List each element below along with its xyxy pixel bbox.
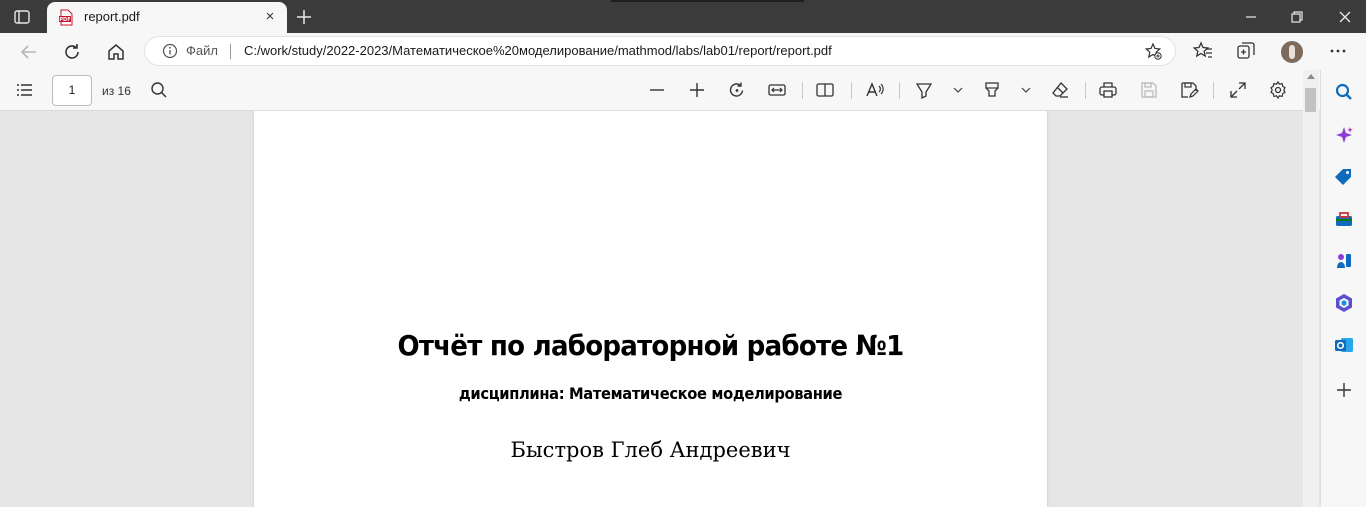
rotate-icon[interactable] (727, 80, 747, 100)
home-icon[interactable] (104, 40, 128, 64)
copilot-icon[interactable] (1334, 125, 1354, 145)
search-icon[interactable] (1334, 82, 1354, 102)
office-icon[interactable] (1334, 293, 1354, 313)
toolbar-separator (1085, 82, 1086, 99)
highlight-icon[interactable] (982, 80, 1002, 100)
vertical-scrollbar[interactable] (1303, 70, 1319, 507)
print-icon[interactable] (1098, 80, 1118, 100)
save-as-icon[interactable] (1179, 80, 1199, 100)
scroll-thumb[interactable] (1305, 88, 1316, 112)
pdf-file-icon: PDF (59, 9, 73, 26)
add-favorite-icon[interactable] (1144, 42, 1162, 60)
draw-icon[interactable] (914, 80, 934, 100)
scheme-label: Файл (186, 43, 218, 58)
tab-title: report.pdf (84, 9, 140, 24)
pdf-toolbar: 1 из 16 (0, 70, 1320, 111)
page-view-icon[interactable] (815, 80, 835, 100)
toolbar-separator (899, 82, 900, 99)
shopping-icon[interactable] (1334, 167, 1354, 187)
fit-width-icon[interactable] (767, 80, 787, 100)
zoom-out-icon[interactable] (647, 80, 667, 100)
edge-sidebar (1320, 70, 1366, 507)
page-number-input[interactable]: 1 (52, 75, 92, 106)
toolbar-separator (1213, 82, 1214, 99)
document-author: Быстров Глеб Андреевич (510, 438, 791, 462)
erase-icon[interactable] (1050, 80, 1070, 100)
info-icon[interactable] (162, 43, 178, 59)
toolbar-separator (802, 82, 803, 99)
search-icon[interactable] (149, 80, 169, 100)
tab-close-button[interactable]: × (261, 8, 279, 26)
save-icon[interactable] (1139, 80, 1159, 100)
address-bar-row: Файл C:/work/study/2022-2023/Математичес… (0, 33, 1366, 70)
close-window-icon[interactable] (1334, 6, 1356, 28)
url-text[interactable]: C:/work/study/2022-2023/Математическое%2… (244, 43, 832, 58)
scroll-up-arrow[interactable] (1307, 74, 1315, 79)
refresh-icon[interactable] (60, 40, 84, 64)
minimize-icon[interactable] (1240, 6, 1262, 28)
contents-icon[interactable] (15, 80, 35, 100)
chevron-down-icon[interactable] (951, 83, 965, 97)
read-aloud-icon[interactable] (865, 80, 885, 100)
games-icon[interactable] (1334, 251, 1354, 271)
tools-icon[interactable] (1334, 209, 1354, 229)
title-bar: PDF report.pdf × (0, 0, 1366, 33)
pdf-page: Отчёт по лабораторной работе №1 дисципли… (254, 111, 1047, 507)
new-tab-icon[interactable] (293, 6, 315, 28)
page-count: из 16 (102, 84, 131, 98)
tab-report-pdf[interactable]: PDF report.pdf × (47, 2, 287, 33)
chevron-down-icon[interactable] (1019, 83, 1033, 97)
zoom-in-icon[interactable] (687, 80, 707, 100)
tab-actions-icon[interactable] (13, 8, 31, 26)
address-input[interactable]: Файл C:/work/study/2022-2023/Математичес… (144, 36, 1176, 66)
fullscreen-icon[interactable] (1228, 80, 1248, 100)
profile-avatar[interactable] (1281, 41, 1303, 63)
more-icon[interactable] (1327, 40, 1349, 62)
outlook-icon[interactable] (1334, 335, 1354, 355)
document-title: Отчёт по лабораторной работе №1 (397, 329, 904, 362)
favorites-icon[interactable] (1192, 40, 1214, 62)
document-subtitle: дисциплина: Математическое моделирование (458, 384, 843, 403)
toolbar-separator (851, 82, 852, 99)
pdf-viewer[interactable]: Отчёт по лабораторной работе №1 дисципли… (0, 111, 1303, 507)
drag-region (611, 0, 804, 2)
collections-icon[interactable] (1235, 40, 1257, 62)
restore-icon[interactable] (1286, 6, 1308, 28)
back-icon[interactable] (17, 40, 41, 64)
add-icon[interactable] (1334, 380, 1354, 400)
settings-icon[interactable] (1268, 80, 1288, 100)
svg-text:PDF: PDF (59, 17, 70, 23)
address-separator (230, 44, 231, 59)
